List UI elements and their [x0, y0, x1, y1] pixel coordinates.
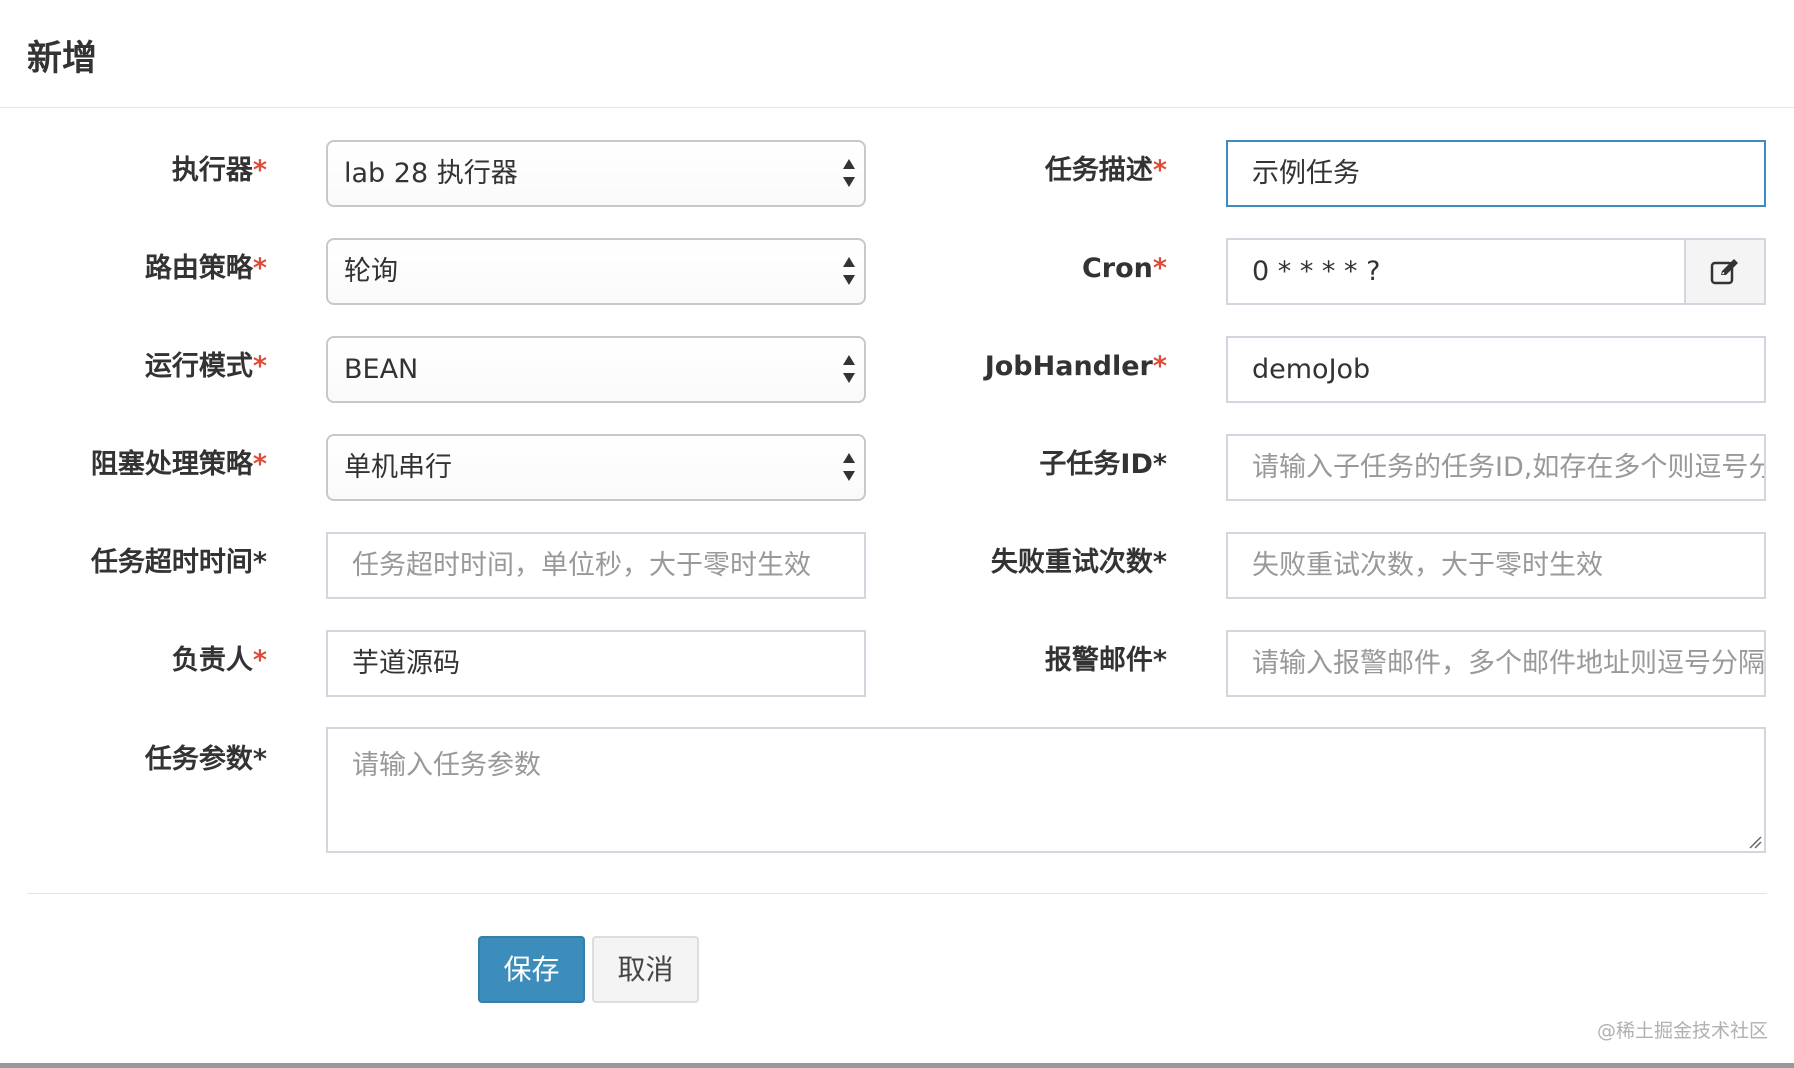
- select-arrows-icon: [843, 159, 855, 187]
- cron-label-text: Cron: [1081, 253, 1153, 284]
- cron-input-value: 0 * * * * ?: [1252, 256, 1381, 287]
- select-arrows-icon: [843, 355, 855, 383]
- job-desc-label: 任务描述*: [880, 156, 1167, 186]
- retry-count-label: 失败重试次数*: [880, 548, 1167, 578]
- block-strategy-label-text: 阻塞处理策略: [90, 449, 253, 480]
- executor-select[interactable]: lab 28 执行器: [326, 140, 866, 207]
- edit-icon: [1710, 258, 1738, 284]
- cron-input[interactable]: 0 * * * * ?: [1226, 238, 1686, 305]
- cron-edit-button[interactable]: [1684, 238, 1766, 305]
- required-mark: *: [252, 744, 267, 775]
- job-handler-label: JobHandler*: [880, 352, 1167, 382]
- retry-count-placeholder: 失败重试次数，大于零时生效: [1252, 550, 1603, 581]
- child-job-id-label: 子任务ID*: [880, 450, 1167, 480]
- required-mark: *: [252, 351, 267, 382]
- required-mark: *: [1152, 449, 1167, 480]
- job-handler-input-value: demoJob: [1252, 354, 1371, 385]
- author-input[interactable]: 芋道源码: [326, 630, 866, 697]
- block-strategy-label: 阻塞处理策略*: [0, 450, 267, 480]
- required-mark: *: [1152, 253, 1167, 284]
- child-job-id-label-text: 子任务ID: [1039, 449, 1153, 480]
- required-mark: *: [1152, 645, 1167, 676]
- executor-select-value: lab 28 执行器: [344, 158, 518, 189]
- author-input-value: 芋道源码: [352, 648, 460, 679]
- alarm-email-label: 报警邮件*: [880, 646, 1167, 676]
- run-mode-select-value: BEAN: [344, 354, 419, 385]
- executor-label: 执行器*: [0, 156, 267, 186]
- modal-title: 新增: [27, 39, 98, 79]
- run-mode-label-text: 运行模式: [144, 351, 253, 382]
- required-mark: *: [252, 253, 267, 284]
- save-button[interactable]: 保存: [478, 936, 585, 1003]
- timeout-input[interactable]: 任务超时时间，单位秒，大于零时生效: [326, 532, 866, 599]
- author-label-text: 负责人: [171, 645, 253, 676]
- child-job-id-input[interactable]: 请输入子任务的任务ID,如存在多个则逗号分隔: [1226, 434, 1766, 501]
- select-arrows-icon: [843, 257, 855, 285]
- required-mark: *: [252, 645, 267, 676]
- alarm-email-input[interactable]: 请输入报警邮件，多个邮件地址则逗号分隔: [1226, 630, 1766, 697]
- executor-label-text: 执行器: [171, 155, 253, 186]
- route-strategy-label-text: 路由策略: [144, 253, 253, 284]
- timeout-label: 任务超时时间*: [0, 548, 267, 578]
- run-mode-label: 运行模式*: [0, 352, 267, 382]
- params-label-text: 任务参数: [144, 744, 253, 775]
- retry-count-label-text: 失败重试次数: [990, 547, 1153, 578]
- footer-divider: [27, 893, 1767, 894]
- job-handler-input[interactable]: demoJob: [1226, 336, 1766, 403]
- job-desc-input-value: 示例任务: [1252, 158, 1360, 189]
- job-desc-label-text: 任务描述: [1044, 155, 1153, 186]
- run-mode-select[interactable]: BEAN: [326, 336, 866, 403]
- block-strategy-select[interactable]: 单机串行: [326, 434, 866, 501]
- watermark: @稀土掘金技术社区: [1596, 1020, 1768, 1042]
- job-desc-input[interactable]: 示例任务: [1226, 140, 1766, 207]
- params-placeholder: 请输入任务参数: [352, 750, 541, 781]
- timeout-placeholder: 任务超时时间，单位秒，大于零时生效: [352, 550, 811, 581]
- required-mark: *: [252, 547, 267, 578]
- child-job-id-placeholder: 请输入子任务的任务ID,如存在多个则逗号分隔: [1252, 452, 1766, 483]
- bottom-bar: [0, 1063, 1794, 1068]
- route-strategy-select-value: 轮询: [344, 256, 398, 287]
- cron-label: Cron*: [880, 254, 1167, 284]
- modal-header: 新增: [0, 0, 1794, 108]
- required-mark: *: [1152, 351, 1167, 382]
- required-mark: *: [1152, 155, 1167, 186]
- author-label: 负责人*: [0, 646, 267, 676]
- job-handler-label-text: JobHandler: [984, 351, 1153, 382]
- required-mark: *: [252, 155, 267, 186]
- params-textarea[interactable]: 请输入任务参数: [326, 727, 1766, 853]
- route-strategy-label: 路由策略*: [0, 254, 267, 284]
- select-arrows-icon: [843, 453, 855, 481]
- retry-count-input[interactable]: 失败重试次数，大于零时生效: [1226, 532, 1766, 599]
- required-mark: *: [252, 449, 267, 480]
- timeout-label-text: 任务超时时间: [90, 547, 253, 578]
- block-strategy-select-value: 单机串行: [344, 452, 452, 483]
- route-strategy-select[interactable]: 轮询: [326, 238, 866, 305]
- alarm-email-label-text: 报警邮件: [1044, 645, 1153, 676]
- resize-grip-icon[interactable]: [1748, 835, 1762, 849]
- required-mark: *: [1152, 547, 1167, 578]
- cancel-button[interactable]: 取消: [592, 936, 699, 1003]
- params-label: 任务参数*: [0, 745, 267, 775]
- alarm-email-placeholder: 请输入报警邮件，多个邮件地址则逗号分隔: [1252, 648, 1765, 679]
